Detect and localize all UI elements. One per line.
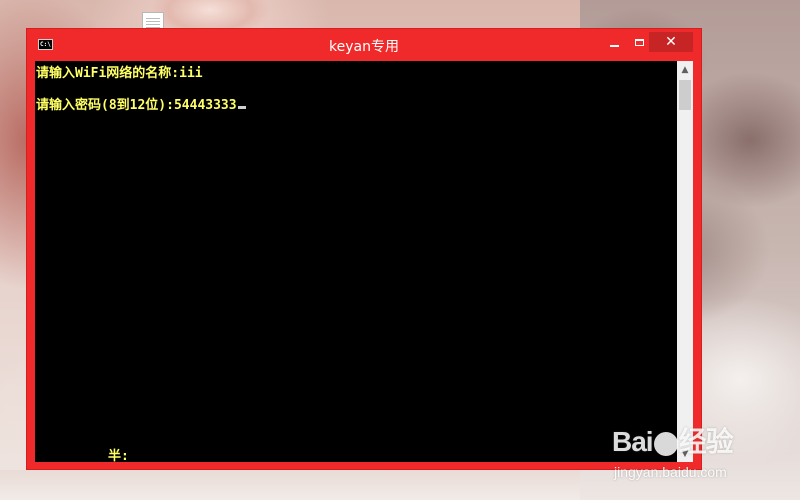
close-icon: ✕ <box>665 34 677 50</box>
baidu-jingyan-watermark: Bai 经验 jingyan.baidu.com <box>612 420 800 500</box>
title-bar[interactable]: C:\ keyan专用 ✕ <box>27 29 701 61</box>
paw-icon <box>653 431 678 456</box>
vertical-scrollbar[interactable]: ▲ ▼ <box>677 61 693 462</box>
close-button[interactable]: ✕ <box>649 32 693 52</box>
password-prompt-text: 请输入密码(8到12位):54443333 <box>36 98 237 113</box>
minimize-icon <box>609 45 619 47</box>
watermark-url: jingyan.baidu.com <box>614 464 727 480</box>
ime-status-indicator[interactable]: 半: <box>108 445 129 464</box>
maximize-icon <box>634 38 644 46</box>
watermark-logo: Bai 经验 <box>612 426 734 457</box>
wallpaper-bottom <box>0 470 580 500</box>
scroll-up-button[interactable]: ▲ <box>677 61 693 78</box>
text-cursor <box>237 106 246 109</box>
scrollbar-thumb[interactable] <box>679 80 691 110</box>
console-line-wifi-name: 请输入WiFi网络的名称:iii <box>36 66 203 81</box>
watermark-logo-text: 经验 <box>678 426 734 457</box>
minimize-button[interactable] <box>600 32 628 52</box>
console-line-password: 请输入密码(8到12位):54443333 <box>36 94 246 113</box>
console-output-area[interactable]: 请输入WiFi网络的名称:iii 请输入密码(8到12位):54443333 半… <box>35 61 677 464</box>
chevron-up-icon: ▲ <box>681 64 689 75</box>
console-window[interactable]: C:\ keyan专用 ✕ 请输入WiFi网络的名称:iii 请输入密码(8到1… <box>26 28 702 470</box>
